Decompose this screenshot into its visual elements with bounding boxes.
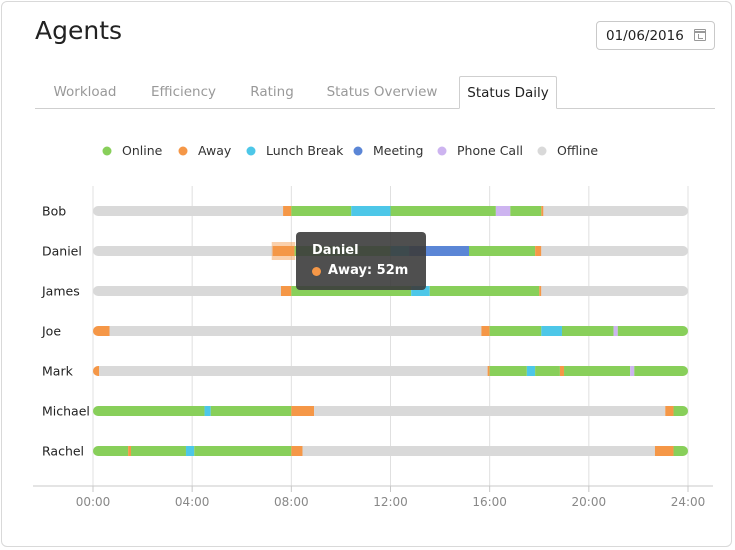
segment-phone-call[interactable] bbox=[613, 326, 618, 336]
agent-label-james: James bbox=[41, 284, 80, 299]
x-tick-label: 20:00 bbox=[572, 495, 607, 509]
segment-online[interactable] bbox=[93, 446, 129, 456]
segment-offline[interactable] bbox=[93, 206, 284, 216]
segment-away[interactable] bbox=[291, 406, 315, 416]
chart-tooltip: Daniel Away: 52m bbox=[296, 232, 426, 290]
agent-label-mark: Mark bbox=[42, 364, 74, 379]
segment-online[interactable] bbox=[131, 446, 186, 456]
segment-offline[interactable] bbox=[541, 286, 688, 296]
segment-online[interactable] bbox=[510, 206, 542, 216]
segment-offline[interactable] bbox=[93, 286, 282, 296]
segment-away[interactable] bbox=[93, 366, 100, 376]
segment-online[interactable] bbox=[564, 366, 631, 376]
segment-offline[interactable] bbox=[543, 206, 688, 216]
segment-lunch-break[interactable] bbox=[351, 206, 391, 216]
segment-lunch-break[interactable] bbox=[185, 446, 195, 456]
segment-online[interactable] bbox=[561, 326, 614, 336]
segment-offline[interactable] bbox=[302, 446, 655, 456]
agent-bar-joe[interactable] bbox=[93, 326, 688, 336]
tooltip-away-dot bbox=[312, 267, 321, 276]
segment-away[interactable] bbox=[535, 246, 542, 256]
segment-away[interactable] bbox=[128, 446, 132, 456]
legend-swatch-lunch-break[interactable] bbox=[246, 146, 256, 156]
segment-online[interactable] bbox=[489, 326, 542, 336]
segment-online[interactable] bbox=[535, 366, 560, 376]
segment-lunch-break[interactable] bbox=[526, 366, 536, 376]
segment-online[interactable] bbox=[194, 446, 292, 456]
segment-offline[interactable] bbox=[93, 246, 273, 256]
x-tick-label: 00:00 bbox=[76, 495, 111, 509]
segment-away[interactable] bbox=[291, 446, 303, 456]
legend-swatch-meeting[interactable] bbox=[353, 146, 363, 156]
segment-online[interactable] bbox=[429, 286, 540, 296]
segment-away[interactable] bbox=[654, 446, 674, 456]
legend-swatch-online[interactable] bbox=[102, 146, 112, 156]
legend-label-offline[interactable]: Offline bbox=[557, 143, 598, 158]
agent-bar-rachel[interactable] bbox=[93, 446, 688, 456]
agent-bar-mark[interactable] bbox=[93, 366, 688, 376]
segment-away[interactable] bbox=[481, 326, 490, 336]
segment-phone-call[interactable] bbox=[495, 206, 511, 216]
segment-online[interactable] bbox=[617, 326, 688, 336]
agent-bar-bob[interactable] bbox=[93, 206, 688, 216]
segment-away[interactable] bbox=[559, 366, 565, 376]
agent-label-daniel: Daniel bbox=[42, 244, 82, 259]
segment-away[interactable] bbox=[283, 206, 292, 216]
segment-away[interactable] bbox=[281, 286, 292, 296]
legend-label-lunch-break[interactable]: Lunch Break bbox=[266, 143, 344, 158]
segment-offline[interactable] bbox=[99, 366, 488, 376]
legend-swatch-phone-call[interactable] bbox=[437, 146, 447, 156]
legend-swatch-away[interactable] bbox=[178, 146, 188, 156]
legend-label-phone-call[interactable]: Phone Call bbox=[457, 143, 523, 158]
segment-online[interactable] bbox=[469, 246, 536, 256]
legend-label-online[interactable]: Online bbox=[122, 143, 163, 158]
legend-label-away[interactable]: Away bbox=[198, 143, 232, 158]
segment-away[interactable] bbox=[93, 326, 110, 336]
segment-away[interactable] bbox=[665, 406, 674, 416]
segment-offline[interactable] bbox=[541, 246, 688, 256]
segment-online[interactable] bbox=[291, 206, 352, 216]
agent-label-joe: Joe bbox=[41, 324, 61, 339]
segment-lunch-break[interactable] bbox=[541, 326, 562, 336]
legend-label-meeting[interactable]: Meeting bbox=[373, 143, 423, 158]
agent-bar-michael[interactable] bbox=[93, 406, 688, 416]
x-tick-label: 04:00 bbox=[175, 495, 210, 509]
segment-online[interactable] bbox=[210, 406, 292, 416]
segment-online[interactable] bbox=[673, 446, 688, 456]
x-tick-label: 12:00 bbox=[373, 495, 408, 509]
tooltip-title: Daniel bbox=[312, 243, 359, 258]
legend-swatch-offline[interactable] bbox=[537, 146, 547, 156]
tooltip-value: Away: 52m bbox=[328, 263, 409, 278]
x-tick-label: 24:00 bbox=[671, 495, 706, 509]
segment-lunch-break[interactable] bbox=[204, 406, 211, 416]
segment-online[interactable] bbox=[673, 406, 688, 416]
segment-away[interactable] bbox=[539, 286, 542, 296]
x-tick-label: 08:00 bbox=[274, 495, 309, 509]
agent-label-michael: Michael bbox=[42, 404, 90, 419]
agent-label-bob: Bob bbox=[42, 204, 66, 219]
hover-highlight bbox=[271, 242, 296, 260]
segment-online[interactable] bbox=[93, 406, 205, 416]
segment-online[interactable] bbox=[390, 206, 496, 216]
segment-phone-call[interactable] bbox=[630, 366, 635, 376]
segment-away[interactable] bbox=[541, 206, 544, 216]
segment-offline[interactable] bbox=[109, 326, 482, 336]
segment-away[interactable] bbox=[487, 366, 490, 376]
agent-label-rachel: Rachel bbox=[42, 444, 84, 459]
segment-online[interactable] bbox=[634, 366, 688, 376]
segment-offline[interactable] bbox=[314, 406, 666, 416]
x-tick-label: 16:00 bbox=[472, 495, 507, 509]
segment-online[interactable] bbox=[489, 366, 527, 376]
